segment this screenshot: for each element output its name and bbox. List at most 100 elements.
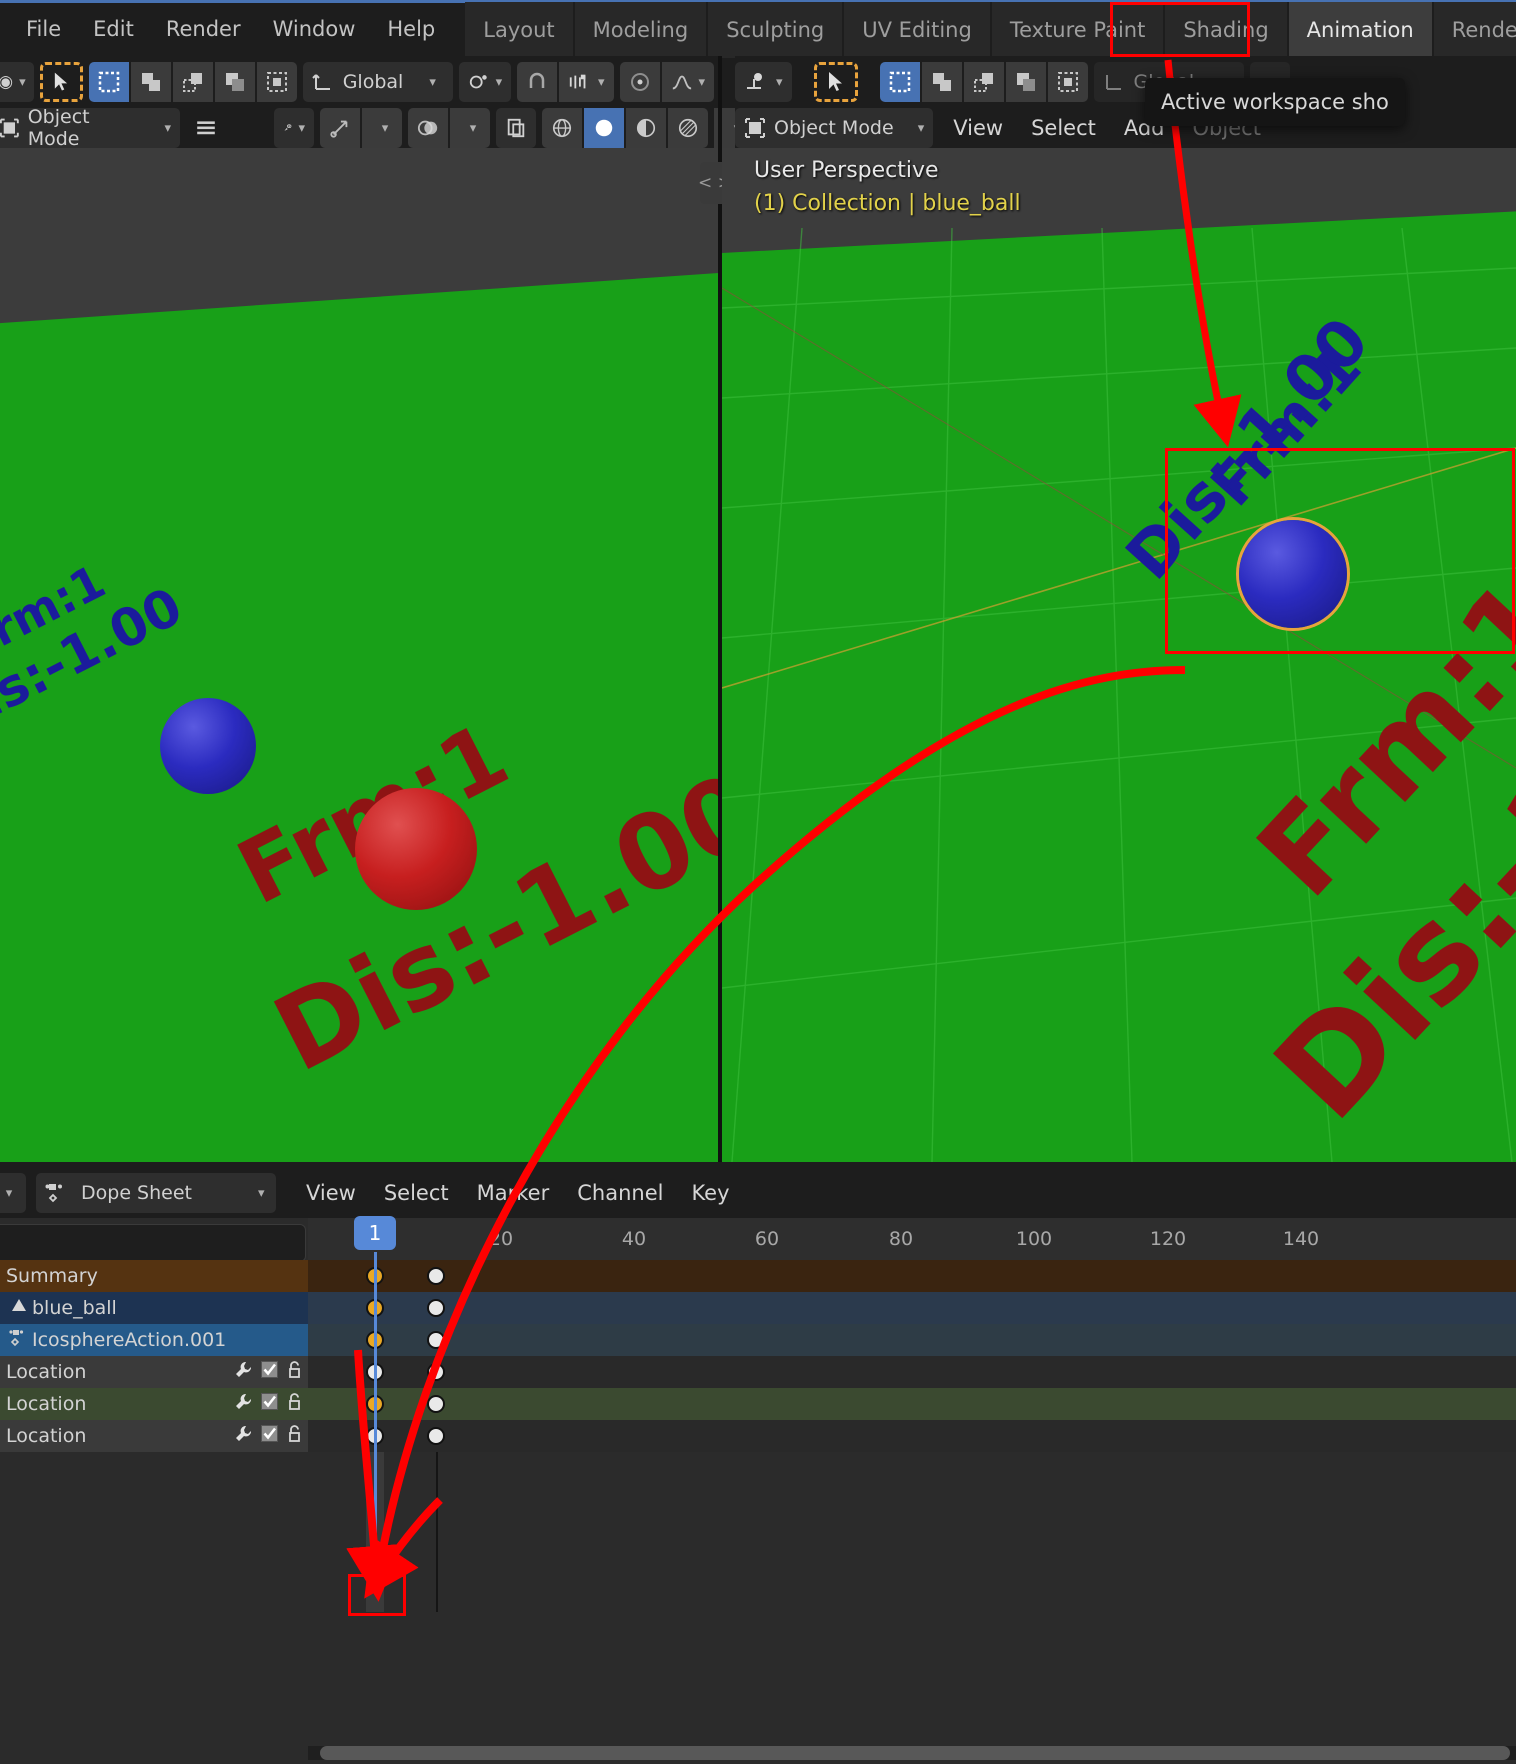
transform-orientation-label: Global [342,71,404,93]
shading-rendered-button[interactable] [668,108,708,148]
transform-pivot-dropdown[interactable]: ◉ ▾ [0,62,34,102]
keyframe-grid[interactable] [308,1260,1516,1612]
dope-menu-view[interactable]: View [292,1181,370,1205]
menu-help[interactable]: Help [371,15,451,44]
editor-type-dropdown[interactable]: ▾ [0,1173,26,1213]
channel-label-summary: Summary [6,1265,98,1287]
orientation-icon [311,74,330,90]
keyframe-unselected[interactable] [427,1395,445,1413]
select-intersect-button[interactable] [256,62,297,102]
keyframe-row-blue-ball[interactable] [308,1292,1516,1324]
horizontal-scrollbar[interactable] [320,1746,1510,1760]
right-select-invert-button[interactable] [1005,62,1046,102]
unlock-icon[interactable] [282,1424,308,1448]
channel-row-location-x[interactable]: Location [0,1356,308,1388]
unlock-icon[interactable] [282,1360,308,1384]
right-blue-ball-object[interactable] [1239,520,1347,628]
right-select-subtract-button[interactable] [963,62,1004,102]
shading-material-button[interactable] [626,108,666,148]
left-3d-viewport[interactable]: Frm:1 Dis:-1.00 Frm:1 Dis:-1.00 [0,148,720,1162]
menu-render[interactable]: Render [150,15,257,44]
select-subtract-button[interactable] [172,62,213,102]
channel-search-input[interactable] [0,1224,306,1262]
shading-solid-button[interactable] [584,108,624,148]
right-tweak-tool-button[interactable] [813,62,858,102]
dope-menu-key[interactable]: Key [677,1181,743,1205]
dope-menu-channel[interactable]: Channel [563,1181,677,1205]
dope-menu-select[interactable]: Select [370,1181,463,1205]
checkbox-icon[interactable] [256,1392,282,1416]
wrench-icon[interactable] [230,1360,256,1384]
workspace-tab-modeling[interactable]: Modeling [574,1,709,58]
proportional-editing-toggle[interactable] [619,62,660,102]
red-ball-object[interactable] [355,788,477,910]
keyframe-row-location-y[interactable] [308,1388,1516,1420]
right-select-set-button[interactable] [879,62,920,102]
right-3d-viewport[interactable]: User Perspective (1) Collection | blue_b… [722,148,1516,1162]
object-mode-icon [745,118,765,138]
dope-menu-marker[interactable]: Marker [463,1181,564,1205]
overlays-dropdown[interactable]: ▾ [450,108,490,148]
cursor-icon [54,72,67,91]
ruler-tick-120: 120 [1149,1228,1187,1250]
gizmo-dropdown[interactable]: ▾ [362,108,402,148]
visibility-dropdown[interactable]: ▾ [274,108,314,148]
keyframe-row-location-z[interactable] [308,1420,1516,1452]
workspace-tab-animation[interactable]: Animation [1288,1,1434,58]
keyframe-row-summary[interactable] [308,1260,1516,1292]
blue-ball-object[interactable] [160,698,256,794]
workspace-tab-rendering[interactable]: Rendering [1433,1,1516,58]
channel-row-blue-ball[interactable]: blue_ball [0,1292,308,1324]
current-frame-indicator[interactable]: 1 [354,1216,396,1250]
keyframe-unselected[interactable] [427,1267,445,1285]
right-transform-pivot-dropdown[interactable]: ▾ [735,62,792,102]
wrench-icon[interactable] [230,1392,256,1416]
dope-sheet-ruler[interactable]: 20 40 60 80 100 120 140 1 [308,1216,1516,1260]
menu-file[interactable]: File [10,15,77,44]
keyframe-unselected[interactable] [427,1363,445,1381]
transform-orientation-dropdown[interactable]: Global ▾ [302,62,453,102]
unlock-icon[interactable] [282,1392,308,1416]
keyframe-unselected[interactable] [427,1331,445,1349]
keyframe-unselected[interactable] [427,1299,445,1317]
keyframe-row-action[interactable] [308,1324,1516,1356]
keyframe-unselected[interactable] [427,1427,445,1445]
falloff-dropdown[interactable]: ▾ [661,62,714,102]
menu-window[interactable]: Window [257,15,372,44]
channel-row-location-y[interactable]: Location [0,1388,308,1420]
snap-toggle-button[interactable] [517,62,558,102]
snap-target-dropdown[interactable]: ▾ [458,62,512,102]
workspace-tab-layout[interactable]: Layout [465,1,575,58]
proportional-edit-dropdown[interactable]: ▾ [559,62,614,102]
dope-sheet-mode-dropdown[interactable]: Dope Sheet ▾ [36,1173,276,1213]
right-select-extend-button[interactable] [921,62,962,102]
shading-wireframe-button[interactable] [542,108,582,148]
viewport-menu-select[interactable]: Select [1017,116,1110,140]
playhead-line[interactable] [374,1252,377,1562]
wrench-icon[interactable] [230,1424,256,1448]
gizmo-toggle-button[interactable] [320,108,360,148]
checkbox-icon[interactable] [256,1424,282,1448]
right-object-mode-dropdown[interactable]: Object Mode ▾ [735,108,934,148]
workspace-tab-shading[interactable]: Shading [1165,1,1289,58]
workspace-tab-uv-editing[interactable]: UV Editing [844,1,992,58]
checkbox-icon[interactable] [256,1360,282,1384]
object-mode-dropdown[interactable]: Object Mode ▾ [0,106,180,150]
channel-row-action[interactable]: IcosphereAction.001 [0,1324,308,1356]
menu-edit[interactable]: Edit [77,15,150,44]
select-new-icon [889,71,910,93]
keyframe-row-location-x[interactable] [308,1356,1516,1388]
editor-menus-button[interactable] [186,108,226,148]
channel-row-summary[interactable]: Summary [0,1260,308,1292]
viewport-menu-view[interactable]: View [939,116,1017,140]
right-select-intersect-button[interactable] [1047,62,1088,102]
xray-toggle-button[interactable] [496,108,536,148]
channel-row-location-z[interactable]: Location [0,1420,308,1452]
workspace-tab-sculpting[interactable]: Sculpting [708,1,845,58]
select-invert-button[interactable] [214,62,255,102]
tweak-tool-button[interactable] [39,62,83,102]
overlays-toggle-button[interactable] [408,108,448,148]
select-extend-button[interactable] [130,62,171,102]
select-set-button[interactable] [88,62,129,102]
workspace-tab-texture-paint[interactable]: Texture Paint [991,1,1166,58]
